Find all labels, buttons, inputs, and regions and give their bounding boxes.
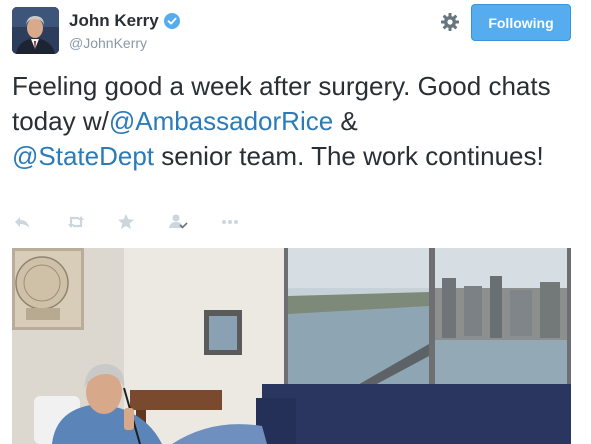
mention-link[interactable]: @AmbassadorRice <box>109 106 333 136</box>
mention-link[interactable]: @StateDept <box>12 141 154 171</box>
avatar[interactable] <box>12 7 59 54</box>
tweet-author: John Kerry @JohnKerry <box>69 11 180 51</box>
tweet-text-part: senior team. The work continues! <box>154 141 544 171</box>
avatar-image <box>12 7 59 54</box>
tweet-text: Feeling good a week after surgery. Good … <box>12 69 582 174</box>
photo-image <box>12 248 571 444</box>
tweet-photo[interactable] <box>12 248 571 444</box>
following-button[interactable]: Following <box>471 4 571 41</box>
author-handle[interactable]: @JohnKerry <box>69 35 180 51</box>
reply-icon[interactable] <box>12 212 32 232</box>
follow-user-icon[interactable] <box>168 212 188 232</box>
more-options-icon[interactable] <box>220 212 240 232</box>
author-name[interactable]: John Kerry <box>69 11 159 31</box>
gear-icon[interactable] <box>440 12 460 32</box>
favorite-star-icon[interactable] <box>116 212 136 232</box>
retweet-icon[interactable] <box>66 212 86 232</box>
verified-badge-icon <box>163 13 180 29</box>
tweet-text-part: & <box>333 106 358 136</box>
